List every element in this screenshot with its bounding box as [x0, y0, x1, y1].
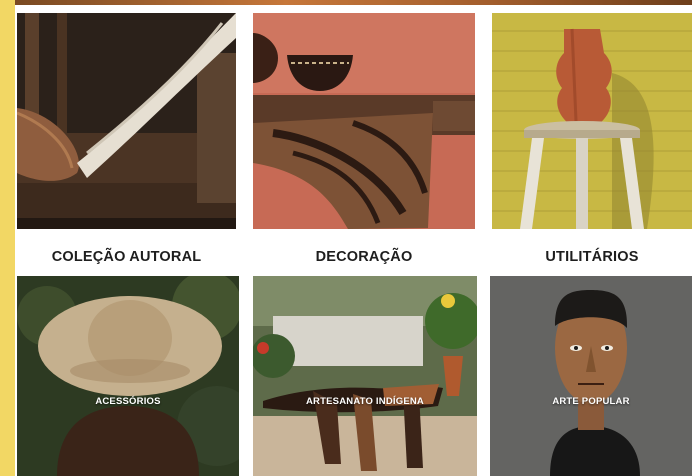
- side-accent-strip: [0, 0, 15, 476]
- top-banner-image-edge: [15, 0, 692, 5]
- category-overlay-artesanato-indigena: ARTESANATO INDÍGENA: [306, 396, 424, 407]
- category-tile-colecao-autoral[interactable]: [17, 13, 236, 229]
- category-tile-utilitarios[interactable]: [492, 13, 692, 229]
- wooden-anteater-photo: [253, 276, 477, 476]
- carved-head-photo: [490, 276, 692, 476]
- hammock-photo: [17, 13, 236, 229]
- category-overlay-acessorios: ACESSÓRIOS: [95, 396, 161, 407]
- straw-hat-photo: [17, 276, 239, 476]
- category-tile-arte-popular[interactable]: ARTE POPULAR: [490, 276, 692, 476]
- category-title-utilitarios[interactable]: UTILITÁRIOS: [492, 246, 692, 268]
- category-overlay-arte-popular: ARTE POPULAR: [552, 396, 630, 407]
- painted-bench-photo: [253, 13, 475, 229]
- terracotta-vase-photo: [492, 13, 692, 229]
- category-title-decoracao[interactable]: DECORAÇÃO: [253, 246, 475, 268]
- category-title-colecao-autoral[interactable]: COLEÇÃO AUTORAL: [17, 246, 236, 268]
- category-tile-acessorios[interactable]: ACESSÓRIOS: [17, 276, 239, 476]
- category-tile-artesanato-indigena[interactable]: ARTESANATO INDÍGENA: [253, 276, 477, 476]
- category-tile-decoracao[interactable]: [253, 13, 475, 229]
